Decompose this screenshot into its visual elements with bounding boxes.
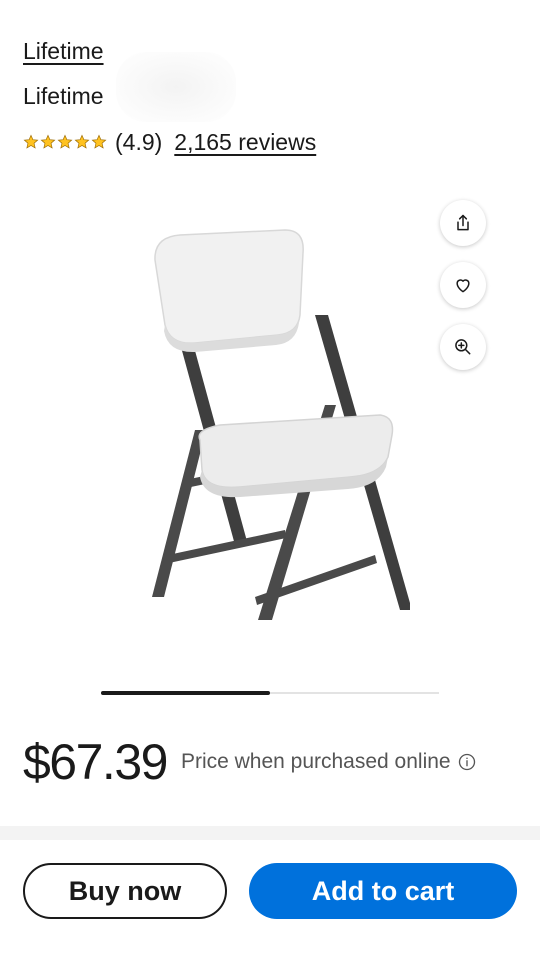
star-icon [40, 134, 56, 149]
info-icon[interactable] [457, 752, 477, 772]
rating-value: (4.9) [115, 128, 163, 155]
brand-link[interactable]: Lifetime [23, 38, 104, 65]
star-icon [23, 134, 39, 149]
zoom-in-icon [455, 339, 471, 355]
favorite-button[interactable] [440, 262, 486, 308]
buy-now-button[interactable]: Buy now [23, 863, 227, 919]
product-price: $67.39 [23, 734, 168, 790]
star-icon [74, 134, 90, 149]
heart-icon [456, 279, 470, 293]
rating-row: (4.9) 2,165 reviews [23, 127, 316, 157]
section-divider [0, 826, 540, 840]
star-icon [57, 134, 73, 149]
zoom-button[interactable] [440, 324, 486, 370]
share-icon [457, 214, 469, 231]
product-image[interactable] [140, 225, 410, 620]
carousel-progress [101, 691, 439, 695]
star-icon [91, 134, 107, 149]
star-rating [23, 134, 107, 150]
carousel-progress-fill [101, 691, 270, 695]
price-row: $67.39 Price when purchased online [23, 733, 477, 791]
product-title: Lifetime [23, 83, 104, 109]
product-image-carousel[interactable] [0, 180, 540, 680]
price-note: Price when purchased online [180, 750, 451, 773]
redacted-title-blur [116, 52, 236, 122]
share-button[interactable] [440, 200, 486, 246]
add-to-cart-button[interactable]: Add to cart [249, 863, 517, 919]
reviews-link[interactable]: 2,165 reviews [174, 129, 316, 156]
